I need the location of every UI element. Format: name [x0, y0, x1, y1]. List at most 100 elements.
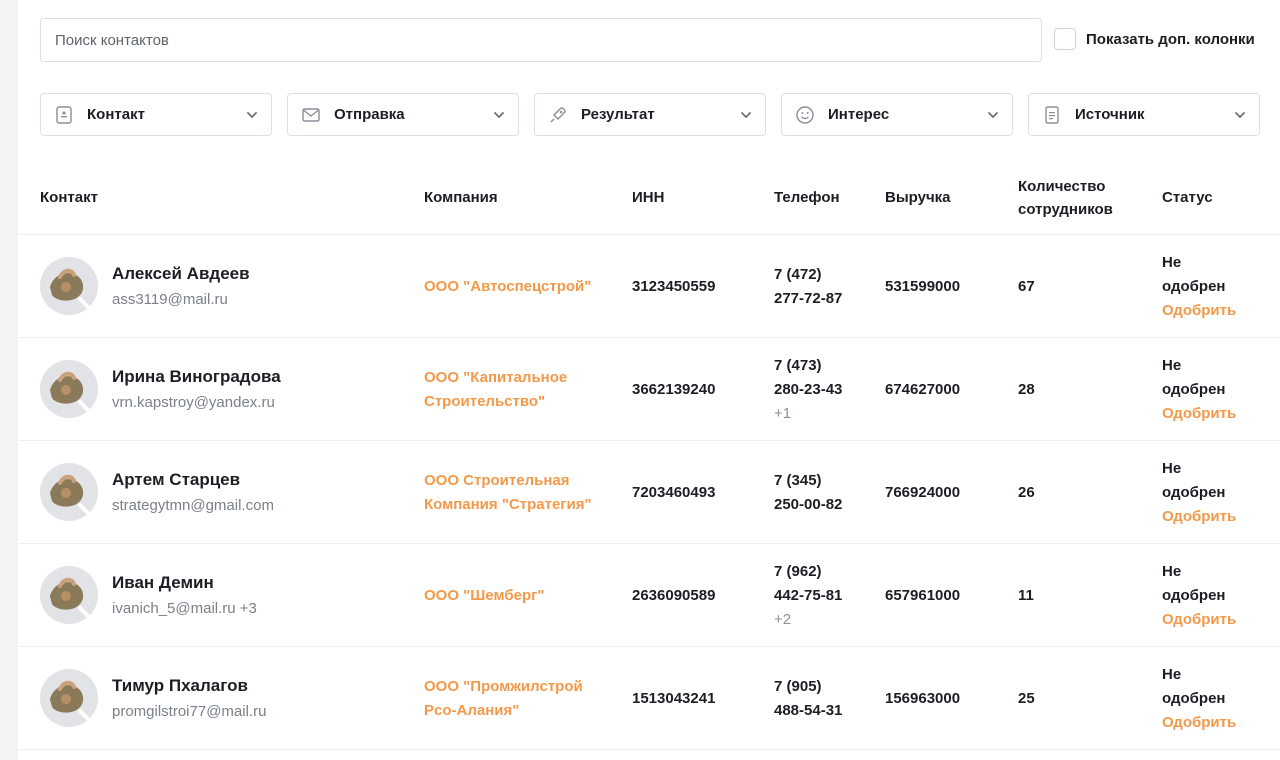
filter-result-label: Результат: [581, 106, 655, 123]
filter-result[interactable]: Результат: [534, 93, 766, 136]
filter-interest[interactable]: Интерес: [781, 93, 1013, 136]
inn-value: 1513043241: [632, 689, 716, 707]
chevron-down-icon: [245, 108, 259, 122]
phone-value: 7 (473) 280-23-43: [774, 356, 843, 398]
phone-value: 7 (962) 442-75-81: [774, 562, 843, 604]
company-link[interactable]: ООО "Промжилстрой Рсо-Алания": [424, 647, 594, 750]
extra-columns-label: Показать доп. колонки: [1086, 30, 1255, 48]
avatar: [40, 360, 98, 418]
approve-link[interactable]: Одобрить: [1162, 505, 1236, 529]
avatar: [40, 566, 98, 624]
contact-name[interactable]: Иван Демин: [112, 571, 214, 595]
phone-extra[interactable]: +1: [774, 405, 791, 422]
revenue-value: 531599000: [885, 277, 961, 295]
filter-source-label: Источник: [1075, 106, 1145, 123]
extra-columns-checkbox[interactable]: [1054, 28, 1076, 50]
contact-card-icon: [53, 104, 75, 126]
status-cell: Не одобрен Одобрить: [1162, 544, 1236, 647]
contact-email-extra[interactable]: +3: [240, 600, 257, 617]
phone-extra[interactable]: +2: [774, 611, 791, 628]
company-link[interactable]: ООО "Автоспецстрой": [424, 235, 594, 338]
filter-contact-label: Контакт: [87, 106, 145, 123]
avatar: [40, 257, 98, 315]
envelope-icon: [300, 104, 322, 126]
extra-columns-toggle[interactable]: Показать доп. колонки: [1054, 28, 1255, 50]
contact-email-address: ass3119@mail.ru: [112, 290, 228, 308]
column-header-company[interactable]: Компания: [424, 160, 498, 235]
revenue-value: 674627000: [885, 380, 961, 398]
approve-link[interactable]: Одобрить: [1162, 402, 1236, 426]
column-header-status[interactable]: Статус: [1162, 160, 1213, 235]
avatar: [40, 669, 98, 727]
status-cell: Не одобрен Одобрить: [1162, 235, 1236, 338]
company-link[interactable]: ООО Строительная Компания "Стратегия": [424, 441, 594, 544]
contact-cell: Ирина Виноградова vrn.kapstroy@yandex.ru: [112, 338, 281, 441]
document-icon: [1041, 104, 1063, 126]
search-input[interactable]: [55, 31, 1027, 49]
filter-sending-label: Отправка: [334, 106, 405, 123]
chevron-down-icon: [739, 108, 753, 122]
contact-email-address: ivanich_5@mail.ru: [112, 599, 236, 617]
filter-interest-label: Интерес: [828, 106, 890, 123]
inn-value: 7203460493: [632, 483, 716, 501]
contact-email: ass3119@mail.ru: [112, 288, 228, 312]
filter-sending[interactable]: Отправка: [287, 93, 519, 136]
company-link[interactable]: ООО "Капитальное Строительство": [424, 338, 594, 441]
column-header-contact[interactable]: Контакт: [40, 160, 98, 235]
status-badge: Не одобрен: [1162, 253, 1226, 295]
column-header-inn[interactable]: ИНН: [632, 160, 664, 235]
phone-cell: 7 (905) 488-54-31: [774, 647, 854, 750]
column-header-revenue[interactable]: Выручка: [885, 160, 951, 235]
contact-email: promgilstroi77@mail.ru: [112, 700, 266, 724]
staff-count: 26: [1018, 483, 1035, 501]
contacts-panel: Показать доп. колонки Контакт Отправка Р…: [18, 0, 1280, 760]
phone-cell: 7 (345) 250-00-82: [774, 441, 854, 544]
chevron-down-icon: [1233, 108, 1247, 122]
column-header-phone[interactable]: Телефон: [774, 160, 840, 235]
inn-value: 3662139240: [632, 380, 716, 398]
contact-email: ivanich_5@mail.ru +3: [112, 597, 257, 621]
inn-value: 2636090589: [632, 586, 716, 604]
table-row[interactable]: Ирина Виноградова vrn.kapstroy@yandex.ru…: [18, 338, 1280, 441]
phone-value: 7 (905) 488-54-31: [774, 677, 843, 719]
contact-cell: Алексей Авдеев ass3119@mail.ru: [112, 235, 250, 338]
contact-email: vrn.kapstroy@yandex.ru: [112, 391, 275, 415]
search-field[interactable]: [40, 18, 1042, 62]
chevron-down-icon: [492, 108, 506, 122]
contact-name[interactable]: Тимур Пхалагов: [112, 674, 248, 698]
status-badge: Не одобрен: [1162, 562, 1226, 604]
approve-link[interactable]: Одобрить: [1162, 608, 1236, 632]
staff-count: 67: [1018, 277, 1035, 295]
table-row[interactable]: Алексей Авдеев ass3119@mail.ru ООО "Авто…: [18, 235, 1280, 338]
approve-link[interactable]: Одобрить: [1162, 711, 1236, 735]
filter-contact[interactable]: Контакт: [40, 93, 272, 136]
table-row[interactable]: Артем Старцев strategytmn@gmail.com ООО …: [18, 441, 1280, 544]
contact-email-address: strategytmn@gmail.com: [112, 496, 274, 514]
filter-source[interactable]: Источник: [1028, 93, 1260, 136]
status-badge: Не одобрен: [1162, 356, 1226, 398]
contact-cell: Иван Демин ivanich_5@mail.ru +3: [112, 544, 257, 647]
phone-cell: 7 (962) 442-75-81 +2: [774, 544, 854, 647]
smile-icon: [794, 104, 816, 126]
status-cell: Не одобрен Одобрить: [1162, 647, 1236, 750]
left-edge-rule: [0, 0, 18, 760]
status-badge: Не одобрен: [1162, 459, 1226, 501]
contact-name[interactable]: Артем Старцев: [112, 468, 240, 492]
approve-link[interactable]: Одобрить: [1162, 299, 1236, 323]
contact-name[interactable]: Алексей Авдеев: [112, 262, 250, 286]
status-cell: Не одобрен Одобрить: [1162, 441, 1236, 544]
phone-value: 7 (472) 277-72-87: [774, 265, 843, 307]
status-cell: Не одобрен Одобрить: [1162, 338, 1236, 441]
revenue-value: 156963000: [885, 689, 961, 707]
phone-cell: 7 (472) 277-72-87: [774, 235, 854, 338]
chevron-down-icon: [986, 108, 1000, 122]
contact-cell: Артем Старцев strategytmn@gmail.com: [112, 441, 274, 544]
table-row[interactable]: Тимур Пхалагов promgilstroi77@mail.ru ОО…: [18, 647, 1280, 750]
phone-value: 7 (345) 250-00-82: [774, 471, 843, 513]
rocket-icon: [547, 104, 569, 126]
company-link[interactable]: ООО "Шемберг": [424, 544, 594, 647]
table-row[interactable]: Иван Демин ivanich_5@mail.ru +3 ООО "Шем…: [18, 544, 1280, 647]
staff-count: 11: [1018, 586, 1034, 604]
column-header-staff[interactable]: Количество сотрудников: [1018, 160, 1138, 235]
contact-name[interactable]: Ирина Виноградова: [112, 365, 281, 389]
